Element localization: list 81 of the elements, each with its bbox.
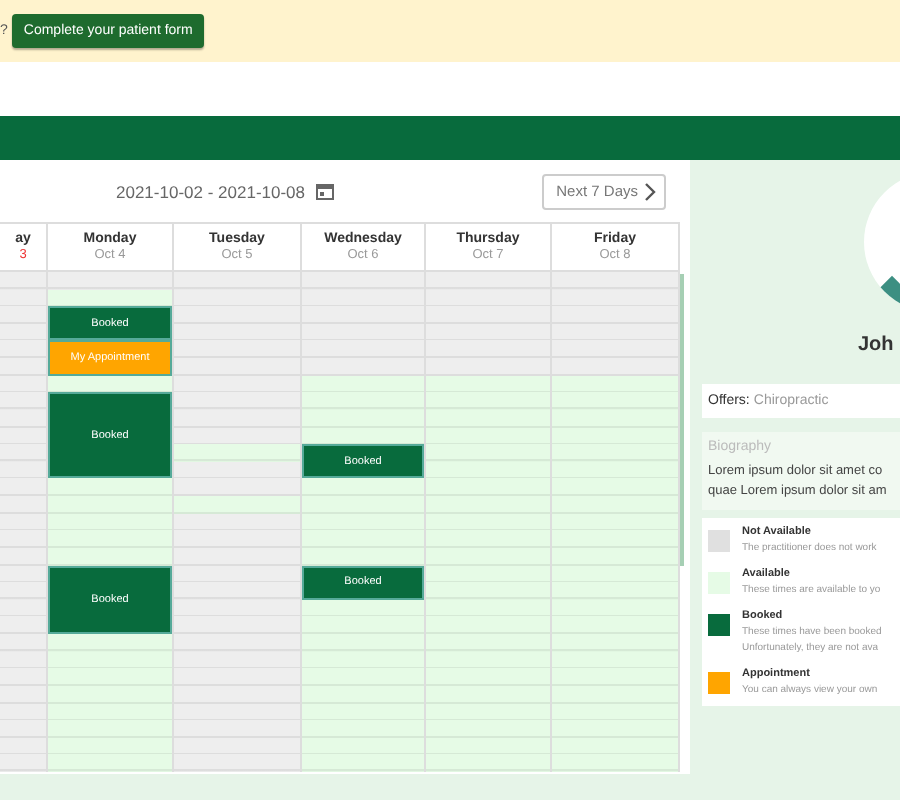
available-slot: [174, 444, 300, 462]
available-slot: [48, 530, 172, 548]
available-slot: [426, 530, 550, 548]
unavailable-slot: [174, 392, 300, 410]
unavailable-slot: [174, 668, 300, 686]
unavailable-slot: [0, 306, 46, 324]
unavailable-slot: [0, 496, 46, 514]
available-slot: [426, 668, 550, 686]
unavailable-slot: [0, 530, 46, 548]
available-slot: [48, 754, 172, 772]
unavailable-slot: [552, 358, 678, 376]
available-slot: [426, 634, 550, 652]
available-slot: [426, 392, 550, 410]
available-slot: [302, 392, 424, 410]
available-slot: [302, 530, 424, 548]
available-slot: [552, 668, 678, 686]
available-slot: [302, 478, 424, 497]
unavailable-slot: [552, 340, 678, 359]
available-slot: [48, 634, 172, 652]
available-slot: [302, 496, 424, 514]
unavailable-slot: [552, 272, 678, 290]
unavailable-slot: [174, 754, 300, 772]
chevron-icon: [644, 181, 656, 201]
available-slot: [426, 496, 550, 514]
unavailable-slot: [0, 444, 46, 462]
date-range: 2021-10-02 - 2021-10-08: [116, 181, 306, 201]
unavailable-slot: [0, 358, 46, 376]
unavailable-slot: [174, 478, 300, 497]
available-slot: [302, 616, 424, 635]
unavailable-slot: [0, 582, 46, 600]
unavailable-slot: [48, 272, 172, 290]
unavailable-slot: [0, 616, 46, 635]
available-slot: [426, 444, 550, 462]
available-slot: [426, 754, 550, 772]
unavailable-slot: [174, 306, 300, 324]
unavailable-slot: [174, 634, 300, 652]
unavailable-slot: [0, 340, 46, 359]
unavailable-slot: [174, 340, 300, 359]
calendar-icon[interactable]: [315, 182, 334, 200]
available-slot: [426, 616, 550, 635]
available-slot: [552, 616, 678, 635]
available-slot: [302, 634, 424, 652]
available-slot: [552, 444, 678, 462]
available-slot: [48, 496, 172, 514]
available-slot: [552, 530, 678, 548]
practitioner-name: Joh: [858, 334, 896, 356]
unavailable-slot: [0, 720, 46, 738]
unavailable-slot: [552, 306, 678, 324]
unavailable-slot: [174, 358, 300, 376]
available-slot: [48, 720, 172, 738]
unavailable-slot: [0, 634, 46, 652]
available-slot: [552, 478, 678, 497]
available-slot: [552, 392, 678, 410]
unavailable-slot: [0, 272, 46, 290]
available-slot: [48, 478, 172, 497]
available-slot: [552, 496, 678, 514]
unavailable-slot: [426, 272, 550, 290]
scrollbar[interactable]: [680, 274, 684, 566]
unavailable-slot: [174, 272, 300, 290]
unavailable-slot: [174, 720, 300, 738]
unavailable-slot: [302, 358, 424, 376]
unavailable-slot: [0, 668, 46, 686]
available-slot: [426, 478, 550, 497]
unavailable-slot: [426, 358, 550, 376]
available-slot: [552, 582, 678, 600]
available-slot: [426, 582, 550, 600]
unavailable-slot: [0, 478, 46, 497]
unavailable-slot: [174, 582, 300, 600]
available-slot: [174, 496, 300, 514]
available-slot: [552, 720, 678, 738]
unavailable-slot: [0, 392, 46, 410]
available-slot: [48, 668, 172, 686]
unavailable-slot: [174, 530, 300, 548]
available-slot: [302, 668, 424, 686]
unavailable-slot: [174, 616, 300, 635]
available-slot: [426, 720, 550, 738]
available-slot: [302, 720, 424, 738]
available-slot: [302, 754, 424, 772]
available-slot: [552, 754, 678, 772]
unavailable-slot: [302, 272, 424, 290]
available-slot: [552, 634, 678, 652]
